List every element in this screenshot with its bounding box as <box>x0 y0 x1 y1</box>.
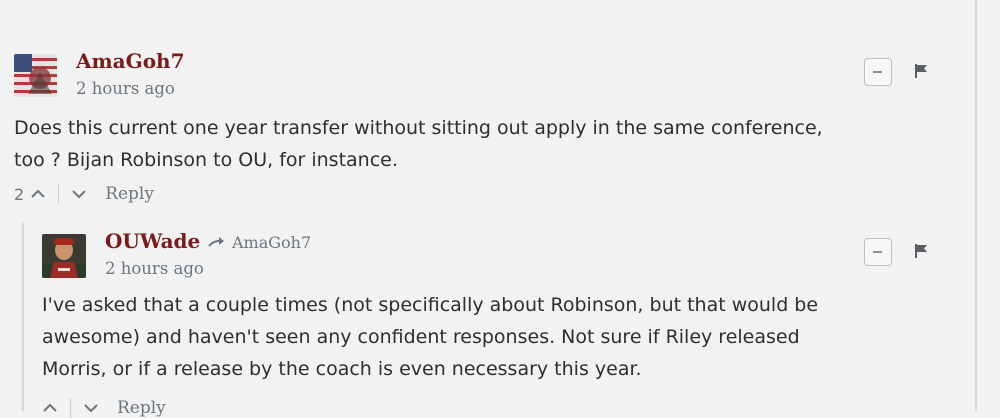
timestamp[interactable]: 2 hours ago <box>76 79 175 98</box>
flag-icon <box>915 244 927 258</box>
avatar[interactable] <box>42 234 86 278</box>
reply-arrow-icon <box>208 236 224 247</box>
page-edge-divider <box>975 0 977 411</box>
vote-divider <box>58 184 60 204</box>
flag-button[interactable] <box>914 63 928 83</box>
comment-footer: 2 Reply <box>14 184 154 204</box>
flag-icon <box>915 64 927 78</box>
in-reply-to[interactable]: AmaGoh7 <box>208 233 311 252</box>
timestamp[interactable]: 2 hours ago <box>105 259 204 278</box>
comment-body: I've asked that a couple times (not spec… <box>42 289 818 385</box>
reply-thread-line <box>22 223 24 411</box>
collapse-button[interactable] <box>864 58 892 86</box>
vote-divider <box>70 398 71 418</box>
avatar[interactable] <box>14 54 57 97</box>
username[interactable]: OUWade <box>105 229 200 253</box>
comment-line: I've asked that a couple times (not spec… <box>42 294 819 316</box>
username[interactable]: AmaGoh7 <box>76 49 185 73</box>
chevron-up-icon[interactable] <box>30 188 46 200</box>
comment-line: Morris, or if a release by the coach is … <box>42 358 642 380</box>
vote-count: 2 <box>14 184 25 204</box>
comment-line: awesome) and haven't seen any confident … <box>42 326 800 348</box>
collapse-button[interactable] <box>864 238 892 266</box>
reply-link[interactable]: Reply <box>117 398 166 418</box>
chevron-down-icon[interactable] <box>83 402 99 414</box>
reply-link[interactable]: Reply <box>105 184 154 204</box>
comment-line: Does this current one year transfer with… <box>14 117 823 139</box>
flag-button[interactable] <box>914 243 928 263</box>
comment-body: Does this current one year transfer with… <box>14 112 823 176</box>
parent-username[interactable]: AmaGoh7 <box>232 233 311 252</box>
chevron-up-icon[interactable] <box>42 402 58 414</box>
chevron-down-icon[interactable] <box>71 188 87 200</box>
comment-line: too ? Bijan Robinson to OU, for instance… <box>14 149 398 171</box>
comment-footer: Reply <box>42 398 166 418</box>
